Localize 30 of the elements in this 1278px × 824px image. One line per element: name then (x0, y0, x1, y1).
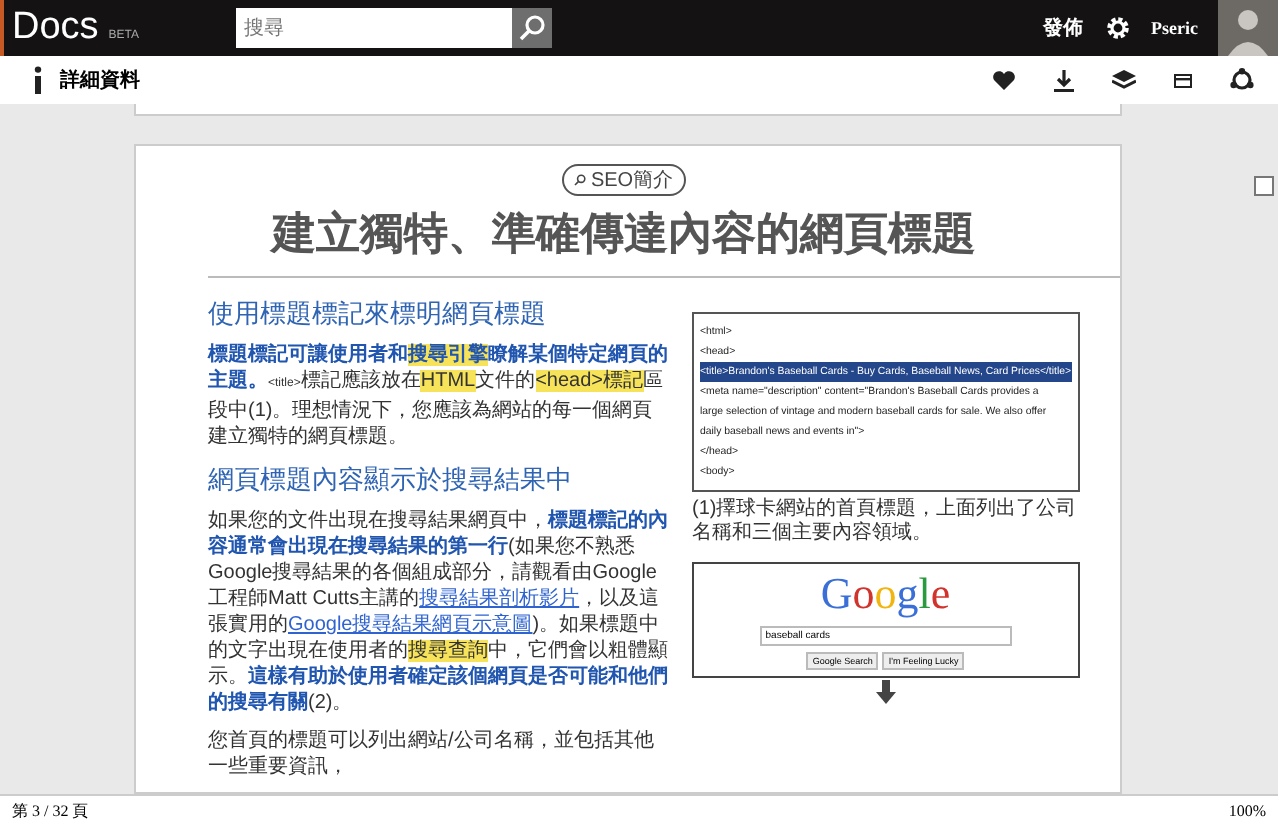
link[interactable]: Google搜尋結果網頁示意圖 (288, 614, 533, 636)
search-button[interactable] (512, 8, 552, 48)
link[interactable]: 搜尋結果剖析影片 (419, 588, 580, 610)
search-icon (518, 14, 546, 42)
avatar-icon[interactable] (1218, 0, 1278, 56)
paragraph: 您首頁的標題可以列出網站/公司名稱，並包括其他一些重要資訊， (208, 728, 656, 780)
highlighted-text: 搜尋查詢 (408, 640, 488, 662)
section-heading: 網頁標題內容顯示於搜尋結果中 (208, 462, 574, 498)
info-icon[interactable] (32, 66, 44, 94)
section-heading: 使用標題標記來標明網頁標題 (208, 296, 548, 332)
settings-icon[interactable] (1103, 14, 1132, 42)
share-icon[interactable] (1230, 68, 1254, 92)
user-name[interactable]: Pseric (1151, 18, 1198, 38)
search-field[interactable]: 搜尋 (236, 8, 512, 48)
publish-link[interactable]: 發佈 (1043, 14, 1084, 42)
figure-caption: (1)擇球卡網站的首頁標題，上面列出了公司名稱和三個主要內容領域。 (692, 498, 1079, 546)
heart-icon[interactable] (992, 69, 1016, 91)
zoom-level[interactable]: 100% (1228, 801, 1266, 819)
page-title: 建立獨特、準確傳達內容的網頁標題 (267, 206, 978, 262)
checkbox-icon[interactable] (1254, 176, 1274, 196)
card-icon[interactable] (1174, 73, 1192, 87)
stack-icon[interactable] (1112, 70, 1136, 90)
download-icon[interactable] (1054, 69, 1074, 91)
search-icon (574, 174, 587, 186)
paragraph: 如果您的文件出現在搜尋結果網頁中，標題標記的內容通常會出現在搜尋結果的第一行(如果您不熟悉Google搜尋結果的各個組成部分，請觀看由Google工程師Matt Cutts主講的搜尋結果剖析影片，以及這張實用的Google搜尋結果網頁示意圖)。如果標題中的文字出現在使用者的搜尋查詢中，它們會以粗體顯示。這樣有助於使用者確定該個網頁是否可能和他們的搜尋有關(2)。 (208, 508, 670, 716)
topic-tag[interactable]: SEO簡介 (562, 164, 686, 196)
google-logo: Google (820, 568, 951, 620)
details-title: 詳細資料 (60, 67, 140, 94)
page-count: 第 3 / 32 頁 (12, 799, 89, 821)
docs-logo[interactable]: Docs (12, 6, 99, 50)
